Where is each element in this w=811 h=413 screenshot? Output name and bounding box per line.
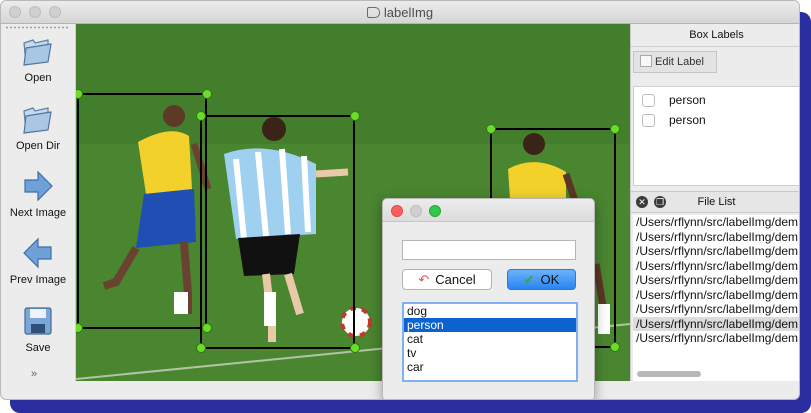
box-labels-title: Box Labels bbox=[631, 24, 799, 47]
vertex-handle[interactable] bbox=[196, 343, 206, 353]
checkmark-icon: ✔ bbox=[523, 272, 535, 287]
file-list-header: ✕ ❐ File List bbox=[631, 191, 799, 213]
vertex-handle[interactable] bbox=[202, 89, 212, 99]
save-label: Save bbox=[25, 342, 51, 354]
ok-label: OK bbox=[540, 272, 560, 287]
file-row[interactable]: /Users/rflynn/src/labelImg/dem bbox=[633, 288, 799, 303]
file-row[interactable]: /Users/rflynn/src/labelImg/dem bbox=[633, 331, 799, 346]
label-option[interactable]: car bbox=[404, 360, 576, 374]
vertex-handle[interactable] bbox=[350, 111, 360, 121]
next-image-label: Next Image bbox=[9, 207, 67, 219]
file-row[interactable]: /Users/rflynn/src/labelImg/dem bbox=[633, 244, 799, 259]
label-option[interactable]: tv bbox=[404, 346, 576, 360]
dialog-zoom-button[interactable] bbox=[429, 205, 441, 217]
save-button[interactable]: Save bbox=[1, 304, 75, 354]
ok-button[interactable]: ✔ OK bbox=[507, 269, 576, 290]
file-list: /Users/rflynn/src/labelImg/dem /Users/rf… bbox=[633, 215, 799, 381]
label-dialog: ↶ Cancel ✔ OK dog person cat tv car bbox=[382, 198, 595, 399]
vertex-handle[interactable] bbox=[610, 124, 620, 134]
app-window: labelImg Open Open Dir Next Image Prev I… bbox=[0, 0, 800, 400]
vertex-handle[interactable] bbox=[486, 124, 496, 134]
toolbar: Open Open Dir Next Image Prev Image Save… bbox=[1, 24, 76, 381]
open-dir-label: Open Dir bbox=[15, 140, 61, 152]
window-title: labelImg bbox=[1, 5, 799, 20]
label-options-list: dog person cat tv car bbox=[402, 302, 578, 382]
open-button[interactable]: Open bbox=[1, 34, 75, 84]
bounding-box-person-2[interactable] bbox=[200, 115, 355, 349]
vertex-handle[interactable] bbox=[196, 111, 206, 121]
cancel-button[interactable]: ↶ Cancel bbox=[402, 269, 492, 290]
file-row[interactable]: /Users/rflynn/src/labelImg/dem bbox=[633, 259, 799, 274]
toolbar-grip[interactable] bbox=[5, 26, 69, 29]
box-labels-list: person person bbox=[633, 86, 799, 186]
folder-icon bbox=[21, 102, 55, 136]
label-checkbox[interactable] bbox=[642, 93, 655, 107]
file-list-title: File List bbox=[697, 196, 736, 208]
prev-image-label: Prev Image bbox=[9, 274, 67, 286]
label-checkbox[interactable] bbox=[642, 113, 655, 127]
edit-icon bbox=[640, 55, 652, 67]
dialog-close-button[interactable] bbox=[391, 205, 403, 217]
label-row[interactable]: person bbox=[634, 90, 799, 110]
label-option[interactable]: cat bbox=[404, 332, 576, 346]
open-dir-button[interactable]: Open Dir bbox=[1, 102, 75, 152]
edit-label-text: Edit Label bbox=[655, 56, 704, 68]
file-row[interactable]: /Users/rflynn/src/labelImg/dem bbox=[633, 230, 799, 245]
cancel-label: Cancel bbox=[435, 272, 476, 287]
file-row-selected[interactable]: /Users/rflynn/src/labelImg/dem bbox=[633, 316, 799, 331]
edit-label-button[interactable]: Edit Label bbox=[633, 51, 717, 73]
dialog-title-bar[interactable] bbox=[383, 199, 594, 222]
title-bar[interactable]: labelImg bbox=[1, 1, 799, 24]
arrow-right-icon bbox=[21, 169, 55, 203]
prev-image-button[interactable]: Prev Image bbox=[1, 236, 75, 286]
label-input[interactable] bbox=[402, 240, 576, 260]
label-option-selected[interactable]: person bbox=[404, 318, 576, 332]
file-row[interactable]: /Users/rflynn/src/labelImg/dem bbox=[633, 273, 799, 288]
tag-icon bbox=[366, 7, 380, 18]
file-row[interactable]: /Users/rflynn/src/labelImg/dem bbox=[633, 215, 799, 230]
arrow-left-icon bbox=[21, 236, 55, 270]
vertex-handle[interactable] bbox=[350, 343, 360, 353]
horizontal-scrollbar[interactable] bbox=[637, 371, 701, 377]
label-text: person bbox=[669, 113, 706, 127]
label-option[interactable]: dog bbox=[404, 304, 576, 318]
folder-open-icon bbox=[21, 34, 55, 68]
file-row[interactable]: /Users/rflynn/src/labelImg/dem bbox=[633, 302, 799, 317]
dialog-minimize-button[interactable] bbox=[410, 205, 422, 217]
open-label: Open bbox=[24, 72, 52, 84]
toolbar-more-icon[interactable]: » bbox=[31, 368, 37, 380]
next-image-button[interactable]: Next Image bbox=[1, 169, 75, 219]
bounding-box-person-1[interactable] bbox=[77, 93, 207, 329]
label-text: person bbox=[669, 93, 706, 107]
right-panel: Box Labels Edit Label person person ✕ ❐ … bbox=[630, 24, 799, 381]
undo-arrow-icon: ↶ bbox=[418, 272, 430, 287]
label-row[interactable]: person bbox=[634, 110, 799, 130]
floppy-disk-icon bbox=[21, 304, 55, 338]
vertex-handle[interactable] bbox=[610, 342, 620, 352]
